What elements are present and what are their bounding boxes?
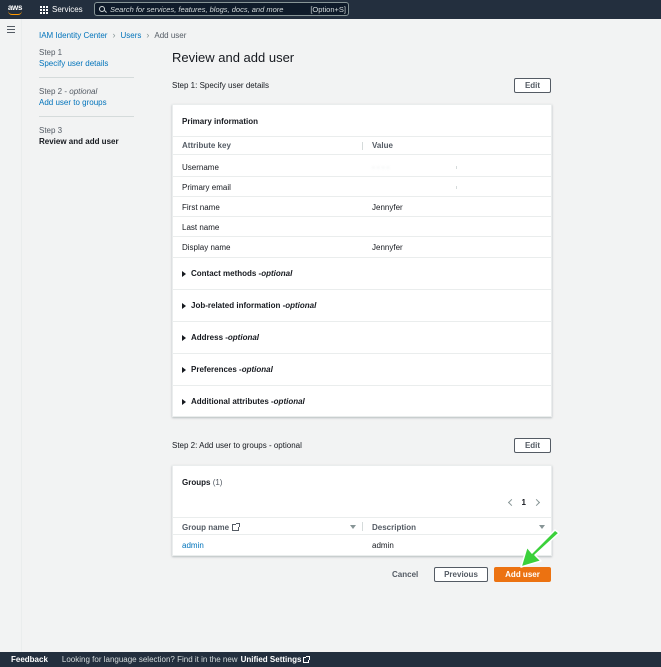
edit-step2-button[interactable]: Edit (514, 438, 551, 453)
chevron-right-icon[interactable] (532, 498, 541, 507)
attribute-key: Username (182, 163, 219, 172)
expander-contact-methods[interactable]: Contact methods - optional (173, 257, 552, 289)
step1-heading: Step 1: Specify user details (172, 81, 269, 90)
caret-right-icon (182, 366, 186, 373)
group-name-link[interactable]: admin (182, 541, 204, 550)
grid-icon (40, 5, 48, 14)
unified-settings-label: Unified Settings (240, 655, 302, 664)
caret-right-icon (182, 270, 186, 277)
table-row: First name Jennyfer (173, 197, 552, 217)
table-row: Username · · · · (173, 157, 552, 177)
top-navigation-bar: aws Services [Option+S] (0, 0, 661, 19)
wizard-step-2: Step 2 - optional Add user to groups (39, 86, 134, 117)
edit-step1-button[interactable]: Edit (514, 78, 551, 93)
column-header-description[interactable]: Description (372, 523, 416, 532)
attributes-table-header: Attribute key Value (173, 136, 552, 155)
caret-right-icon (182, 302, 186, 309)
column-header-value: Value (372, 141, 393, 150)
breadcrumb-users[interactable]: Users (120, 31, 141, 40)
expander-job-related-information[interactable]: Job-related information - optional (173, 289, 552, 321)
breadcrumb-add-user: Add user (154, 30, 187, 40)
optional-label: optional (227, 333, 260, 342)
attribute-key: Primary email (182, 183, 231, 192)
expander-label: Contact methods - (191, 269, 262, 278)
table-row: Display name Jennyfer (173, 237, 552, 257)
step-number: Step 3 (39, 126, 63, 135)
menu-icon[interactable] (7, 26, 15, 33)
services-label: Services (52, 5, 83, 14)
step-link-add-user-to-groups[interactable]: Add user to groups (39, 97, 134, 108)
wizard-step-3: Step 3 Review and add user (39, 125, 134, 155)
step-number: Step 2 - optional (39, 87, 98, 96)
external-link-icon (232, 523, 241, 531)
page-title: Review and add user (172, 50, 295, 65)
optional-label: optional (273, 397, 305, 406)
caret-right-icon (182, 334, 186, 341)
attribute-key: Display name (182, 243, 231, 252)
green-arrow-icon (520, 529, 560, 568)
group-description: admin (372, 541, 394, 550)
chevron-right-icon: › (146, 30, 150, 40)
table-row: Primary email (173, 177, 552, 197)
groups-table-header: Group name Description (173, 517, 552, 535)
primary-information-panel: Primary information Attribute key Value … (172, 104, 552, 417)
groups-heading: Groups (182, 478, 211, 487)
current-page[interactable]: 1 (522, 498, 526, 507)
unified-settings-link[interactable]: Unified Settings (240, 655, 311, 664)
search-icon (99, 6, 105, 12)
attribute-key: Last name (182, 223, 220, 232)
breadcrumb-iam-identity-center[interactable]: IAM Identity Center (39, 31, 107, 40)
groups-count: (1) (212, 478, 223, 487)
groups-panel: Groups (1) 1 Group name Description admi… (172, 465, 552, 556)
chevron-left-icon[interactable] (507, 498, 515, 507)
table-row: Last name (173, 217, 552, 237)
attribute-value: Jennyfer (372, 243, 403, 252)
expander-additional-attributes[interactable]: Additional attributes - optional (173, 385, 552, 417)
sort-down-icon[interactable] (350, 525, 356, 529)
panel-title: Primary information (182, 117, 259, 126)
search-bar[interactable]: [Option+S] (94, 2, 349, 16)
groups-title: Groups (1) (182, 478, 222, 487)
step-link-specify-user-details[interactable]: Specify user details (39, 58, 134, 69)
step-number: Step 1 (39, 48, 63, 57)
services-menu-button[interactable]: Services (40, 0, 83, 19)
chevron-right-icon: › (112, 30, 116, 40)
search-shortcut-hint: [Option+S] (310, 4, 346, 14)
expander-label: Additional attributes - (191, 397, 274, 406)
expander-label: Preferences - (191, 365, 242, 374)
expander-address[interactable]: Address - optional (173, 321, 552, 353)
cancel-button[interactable]: Cancel (392, 570, 418, 579)
optional-label: optional (241, 365, 273, 374)
attribute-key: First name (182, 203, 220, 212)
footer-bar: Feedback Looking for language selection?… (0, 652, 661, 667)
pagination: 1 (507, 498, 541, 507)
expander-label: Job-related information - (191, 301, 286, 310)
breadcrumb: IAM Identity Center › Users › Add user (39, 30, 186, 40)
language-hint-text: Looking for language selection? Find it … (61, 655, 238, 664)
feedback-link[interactable]: Feedback (11, 655, 48, 664)
wizard-steps: Step 1 Specify user details Step 2 - opt… (39, 47, 134, 163)
step-current-review: Review and add user (39, 137, 119, 146)
wizard-step-1: Step 1 Specify user details (39, 47, 134, 78)
caret-right-icon (182, 398, 186, 405)
optional-label: optional (285, 301, 317, 310)
external-link-icon (303, 655, 311, 663)
aws-logo[interactable]: aws (0, 0, 30, 19)
expander-label: Address - (191, 333, 228, 342)
attribute-value: Jennyfer (372, 203, 403, 212)
attribute-value: · · · · (372, 163, 390, 172)
aws-smile-icon (8, 11, 22, 15)
table-row: admin admin (173, 535, 552, 555)
previous-button[interactable]: Previous (434, 567, 488, 582)
column-label: Group name (182, 523, 230, 532)
step2-heading: Step 2: Add user to groups - optional (172, 441, 302, 450)
optional-label: optional (261, 269, 293, 278)
column-header-attribute-key: Attribute key (182, 141, 231, 150)
column-header-group-name[interactable]: Group name (182, 523, 241, 532)
side-navigation-rail (0, 19, 22, 652)
expander-preferences[interactable]: Preferences - optional (173, 353, 552, 385)
